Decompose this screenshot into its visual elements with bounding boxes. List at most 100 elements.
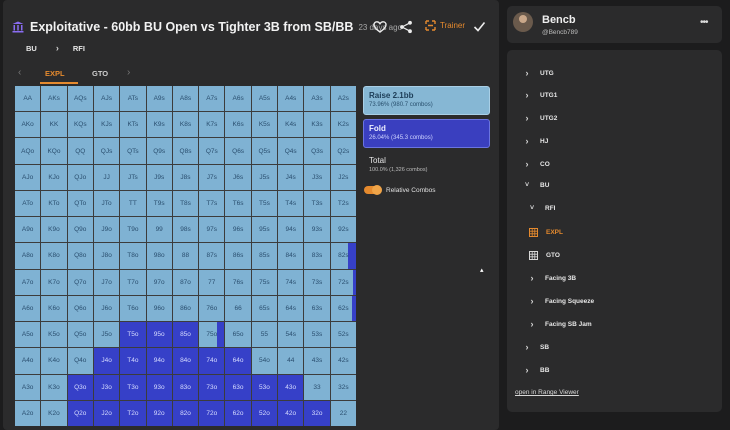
hand-cell[interactable]: Q9s <box>146 138 172 164</box>
nav-item-facing-sb-jam[interactable]: › Facing SB Jam <box>528 319 592 329</box>
hand-cell[interactable]: Q7s <box>199 138 225 164</box>
hand-cell[interactable]: K9o <box>41 217 67 243</box>
hand-cell[interactable]: 75s <box>251 269 278 295</box>
hand-cell[interactable]: 52o <box>251 400 278 426</box>
relative-combos-toggle[interactable]: Relative Combos <box>364 185 436 195</box>
toggle-switch[interactable] <box>364 185 382 195</box>
hand-cell[interactable]: 43s <box>304 348 330 374</box>
hand-cell[interactable]: K2s <box>330 112 356 138</box>
hand-cell[interactable]: T6o <box>120 295 146 322</box>
hand-cell[interactable]: 75o <box>199 322 225 348</box>
hand-cell[interactable]: 85s <box>251 243 278 269</box>
hand-cell[interactable]: T5o <box>120 322 146 348</box>
hand-cell[interactable]: 54o <box>251 348 278 374</box>
hand-cell[interactable]: 33 <box>304 374 330 400</box>
hand-cell[interactable]: 98o <box>146 243 172 269</box>
hand-cell[interactable]: 32s <box>330 374 356 400</box>
hand-cell[interactable]: T8o <box>120 243 146 269</box>
hand-cell[interactable]: AQo <box>15 138 41 164</box>
hand-cell[interactable]: 43o <box>278 374 304 400</box>
hand-cell[interactable]: Q7o <box>67 269 93 295</box>
hand-cell[interactable]: 92s <box>330 217 356 243</box>
hand-cell[interactable]: 83s <box>304 243 330 269</box>
hand-cell[interactable]: 62o <box>225 400 251 426</box>
hand-cell[interactable]: Q5o <box>67 322 93 348</box>
hand-cell[interactable]: A7s <box>199 86 225 112</box>
hand-cell[interactable]: Q3s <box>304 138 330 164</box>
hand-cell[interactable]: T2o <box>120 400 146 426</box>
hand-cell[interactable]: A8s <box>172 86 199 112</box>
hand-cell[interactable]: J4s <box>278 164 304 190</box>
hand-cell[interactable]: 72s <box>330 269 356 295</box>
hand-cell[interactable]: K3o <box>41 374 67 400</box>
hand-cell[interactable]: QJs <box>93 138 120 164</box>
hand-cell[interactable]: AKo <box>15 112 41 138</box>
nav-item-utg2[interactable]: › UTG2 <box>523 113 558 123</box>
hand-cell[interactable]: T7o <box>120 269 146 295</box>
more-options-icon[interactable]: ••• <box>700 17 708 28</box>
hand-cell[interactable]: T6s <box>225 190 251 217</box>
hand-cell[interactable]: JTo <box>93 190 120 217</box>
chevron-right-icon[interactable]: › <box>528 319 536 329</box>
hand-cell[interactable]: K3s <box>304 112 330 138</box>
hand-cell[interactable]: 93o <box>146 374 172 400</box>
chevron-right-icon[interactable]: › <box>523 136 531 146</box>
hand-cell[interactable]: 77 <box>199 269 225 295</box>
hand-cell[interactable]: ATo <box>15 190 41 217</box>
share-icon[interactable] <box>399 20 413 34</box>
hand-cell[interactable]: K8s <box>172 112 199 138</box>
breadcrumb-position[interactable]: BU <box>26 44 37 53</box>
hand-cell[interactable]: A5o <box>15 322 41 348</box>
hand-cell[interactable]: 65s <box>251 295 278 322</box>
tab-expl[interactable]: EXPL <box>45 69 65 78</box>
hand-cell[interactable]: 86s <box>225 243 251 269</box>
hand-cell[interactable]: 73s <box>304 269 330 295</box>
hand-cell[interactable]: 76s <box>225 269 251 295</box>
hand-cell[interactable]: A5s <box>251 86 278 112</box>
hand-cell[interactable]: Q5s <box>251 138 278 164</box>
hand-cell[interactable]: T2s <box>330 190 356 217</box>
hand-cell[interactable]: T8s <box>172 190 199 217</box>
hand-cell[interactable]: 96o <box>146 295 172 322</box>
hand-cell[interactable]: J3o <box>93 374 120 400</box>
hand-cell[interactable]: J8s <box>172 164 199 190</box>
hand-cell[interactable]: Q6s <box>225 138 251 164</box>
hand-cell[interactable]: A4o <box>15 348 41 374</box>
hand-cell[interactable]: KQs <box>67 112 93 138</box>
hand-cell[interactable]: Q6o <box>67 295 93 322</box>
hand-cell[interactable]: T7s <box>199 190 225 217</box>
chevron-left-icon[interactable]: ‹ <box>18 67 21 78</box>
hand-cell[interactable]: 97o <box>146 269 172 295</box>
hand-cell[interactable]: AQs <box>67 86 93 112</box>
hand-cell[interactable]: T3o <box>120 374 146 400</box>
hand-cell[interactable]: AJo <box>15 164 41 190</box>
hand-cell[interactable]: JTs <box>120 164 146 190</box>
breadcrumb-action[interactable]: RFI <box>73 44 85 53</box>
chevron-right-icon[interactable]: › <box>127 67 130 78</box>
hand-cell[interactable]: K9s <box>146 112 172 138</box>
hand-cell[interactable]: 64o <box>225 348 251 374</box>
hand-cell[interactable]: 87o <box>172 269 199 295</box>
hand-cell[interactable]: T9s <box>146 190 172 217</box>
hand-cell[interactable]: J8o <box>93 243 120 269</box>
hand-cell[interactable]: J2s <box>330 164 356 190</box>
open-range-viewer-link[interactable]: open in Range Viewer <box>515 389 579 396</box>
hand-cell[interactable]: A3s <box>304 86 330 112</box>
nav-item-utg[interactable]: › UTG <box>523 68 554 78</box>
hand-cell[interactable]: 95o <box>146 322 172 348</box>
chevron-down-icon[interactable]: ˅ <box>523 182 531 189</box>
chevron-right-icon[interactable]: › <box>523 90 531 100</box>
nav-item-rfi[interactable]: ˅ RFI <box>528 205 556 212</box>
hand-cell[interactable]: JJ <box>93 164 120 190</box>
hand-cell[interactable]: Q2s <box>330 138 356 164</box>
nav-item-gto[interactable]: GTO <box>529 251 560 260</box>
hand-cell[interactable]: 54s <box>278 322 304 348</box>
nav-item-hj[interactable]: › HJ <box>523 136 549 146</box>
hand-cell[interactable]: 87s <box>199 243 225 269</box>
raise-action-card[interactable]: Raise 2.1bb 73.96% (980.7 combos) <box>363 86 490 115</box>
heart-icon[interactable] <box>373 20 387 34</box>
hand-cell[interactable]: K5s <box>251 112 278 138</box>
hand-cell[interactable]: J2o <box>93 400 120 426</box>
hand-cell[interactable]: 22 <box>330 400 356 426</box>
hand-cell[interactable]: AJs <box>93 86 120 112</box>
